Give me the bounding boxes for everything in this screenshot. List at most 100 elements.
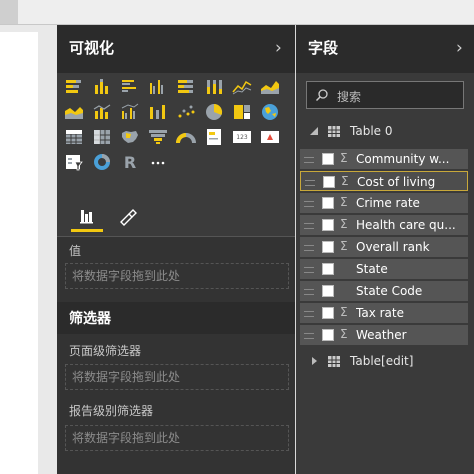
drag-grip-icon[interactable] [304,289,314,295]
values-label: 值 [69,244,82,258]
field-checkbox[interactable] [322,263,334,275]
sigma-icon: Σ [340,305,348,319]
filters-title: 筛选器 [69,311,111,327]
funnel-icon[interactable] [147,127,169,147]
fields-pane: 字段 › 搜索 Table 0 Σ Community w... Σ Cost … [296,25,474,474]
ribbon-chart-icon[interactable] [147,102,169,122]
kpi-icon[interactable] [259,127,281,147]
stacked-area-icon[interactable] [63,102,85,122]
field-label: State [356,262,388,276]
table-0-label: Table 0 [350,124,393,138]
100-column-icon[interactable] [203,77,225,97]
report-filters-dropzone[interactable]: 将数据字段拖到此处 [65,425,289,451]
visualizations-title: 可视化 [69,39,115,57]
stacked-bar-icon[interactable] [63,77,85,97]
fields-search-input[interactable]: 搜索 [306,81,464,109]
slicer-icon[interactable] [63,152,85,172]
table-icon [328,356,340,367]
multirow-card-icon[interactable]: 123 [231,127,253,147]
clustered-bar-icon[interactable] [119,77,141,97]
visualizations-pane: 可视化 › 123 R 值 将数据字段拖到此处 筛选器 页面级筛选器 将数据字段… [57,25,295,474]
visual-config-area: 值 将数据字段拖到此处 筛选器 页面级筛选器 将数据字段拖到此处 报告级别筛选器… [57,198,295,474]
line-column-icon[interactable] [91,102,113,122]
field-label: Tax rate [356,306,404,320]
paint-roller-icon [120,209,137,226]
area-chart-icon[interactable] [259,77,281,97]
tab-fields[interactable] [71,204,103,232]
field-row-selected[interactable]: Σ Cost of living [300,171,468,191]
stacked-column-icon[interactable] [91,77,113,97]
field-checkbox[interactable] [322,241,334,253]
r-visual-icon[interactable]: R [119,152,141,172]
collapse-visualizations-icon[interactable]: › [275,38,282,58]
field-row[interactable]: Σ Community w... [300,149,468,169]
drag-grip-icon[interactable] [304,201,314,207]
clustered-column-icon[interactable] [147,77,169,97]
filters-header: 筛选器 [57,302,295,334]
sigma-icon: Σ [340,151,348,165]
drag-grip-icon[interactable] [304,157,314,163]
field-label: Overall rank [356,240,430,254]
100-bar-icon[interactable] [175,77,197,97]
table-icon [328,126,340,137]
drag-grip-icon[interactable] [304,311,314,317]
field-row[interactable]: Σ Health care qu... [300,215,468,235]
search-placeholder: 搜索 [337,90,362,104]
fields-header: 字段 › [296,25,474,73]
field-row[interactable]: State [300,259,468,279]
sigma-icon: Σ [340,195,348,209]
field-checkbox[interactable] [322,219,334,231]
field-row[interactable]: Σ Tax rate [300,303,468,323]
active-tab-indicator [71,229,103,232]
field-checkbox[interactable] [323,176,335,188]
line-chart-icon[interactable] [231,77,253,97]
collapsed-triangle-icon[interactable] [310,357,318,365]
drag-grip-icon[interactable] [304,245,314,251]
values-dropzone[interactable]: 将数据字段拖到此处 [65,263,289,289]
svg-text:R: R [124,153,136,172]
field-label: Community w... [356,152,450,166]
globe-map-icon[interactable] [259,102,281,122]
page-filters-dropzone[interactable]: 将数据字段拖到此处 [65,364,289,390]
card-icon[interactable] [203,127,225,147]
more-icon[interactable] [147,152,169,172]
tab-format[interactable] [115,204,139,228]
top-strip-corner [0,0,18,25]
treemap-icon[interactable] [231,102,253,122]
field-label: Cost of living [357,175,436,189]
report-canvas-page[interactable] [0,32,38,474]
matrix-icon[interactable] [91,127,113,147]
sigma-icon: Σ [341,174,349,188]
drag-grip-icon[interactable] [304,267,314,273]
table-icon[interactable] [63,127,85,147]
field-row[interactable]: Σ Crime rate [300,193,468,213]
field-checkbox[interactable] [322,285,334,297]
collapse-fields-icon[interactable]: › [456,38,463,58]
field-checkbox[interactable] [322,153,334,165]
fields-title: 字段 [308,39,339,57]
line-clustered-icon[interactable] [119,102,141,122]
donut-icon[interactable] [91,152,113,172]
field-checkbox[interactable] [322,197,334,209]
pie-chart-icon[interactable] [203,102,225,122]
visual-tabs [57,198,295,237]
field-row[interactable]: Σ Overall rank [300,237,468,257]
page-level-filters-label: 页面级筛选器 [69,344,142,358]
sigma-icon: Σ [340,239,348,253]
field-row[interactable]: State Code [300,281,468,301]
filled-map-icon[interactable] [119,127,141,147]
table-edit-label: Table[edit] [350,354,414,368]
fields-tab-icon [80,210,93,224]
scatter-icon[interactable] [175,102,197,122]
field-checkbox[interactable] [322,329,334,341]
field-label: Weather [356,328,407,342]
drag-grip-icon[interactable] [304,223,314,229]
field-row[interactable]: Σ Weather [300,325,468,345]
field-checkbox[interactable] [322,307,334,319]
report-level-filters-label: 报告级别筛选器 [69,404,154,418]
gauge-icon[interactable] [175,127,197,147]
drag-grip-icon[interactable] [305,180,315,186]
expanded-triangle-icon[interactable] [310,127,318,135]
drag-grip-icon[interactable] [304,333,314,339]
top-strip [0,0,474,25]
